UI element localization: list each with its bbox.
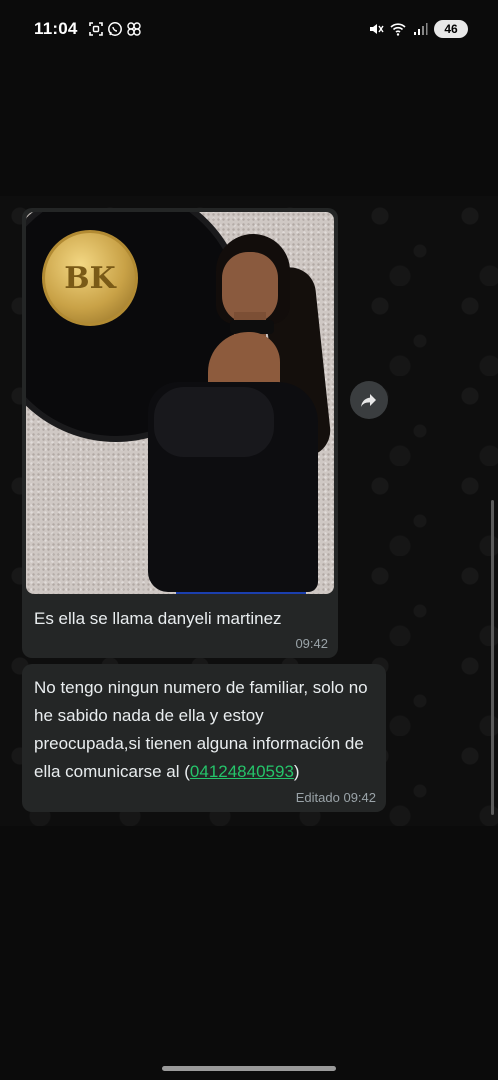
signal-icon bbox=[414, 23, 428, 35]
message-text: No tengo ningun numero de familiar, solo… bbox=[34, 674, 374, 786]
battery-icon: 46 bbox=[434, 20, 468, 38]
photo-person bbox=[26, 212, 334, 594]
status-time: 11:04 bbox=[34, 19, 78, 38]
pinwheel-icon bbox=[126, 22, 141, 36]
whatsapp-icon bbox=[107, 22, 122, 36]
status-left-icons bbox=[88, 21, 142, 37]
image-caption: Es ella se llama danyeli martinez bbox=[34, 609, 282, 628]
message-time: 09:42 bbox=[295, 636, 328, 651]
forward-button[interactable] bbox=[350, 381, 388, 419]
text-message-bubble[interactable]: No tengo ningun numero de familiar, solo… bbox=[22, 664, 386, 812]
phone-number-link[interactable]: 04124840593 bbox=[190, 762, 294, 781]
scrollbar[interactable] bbox=[491, 500, 494, 815]
message-text-end: ) bbox=[293, 762, 300, 781]
home-indicator[interactable] bbox=[162, 1066, 336, 1071]
screenshot-icon bbox=[88, 22, 103, 36]
message-photo[interactable]: BK bbox=[26, 212, 334, 594]
status-right-icons: 46 bbox=[368, 20, 468, 38]
forward-icon bbox=[361, 394, 376, 407]
mute-icon bbox=[370, 24, 384, 34]
message-edited-time: Editado 09:42 bbox=[295, 790, 376, 805]
status-bar: 11:04 46 bbox=[0, 0, 498, 58]
image-message-bubble[interactable]: BK Es ella se llama danyeli martinez 09:… bbox=[22, 208, 338, 658]
wifi-icon bbox=[390, 23, 406, 36]
